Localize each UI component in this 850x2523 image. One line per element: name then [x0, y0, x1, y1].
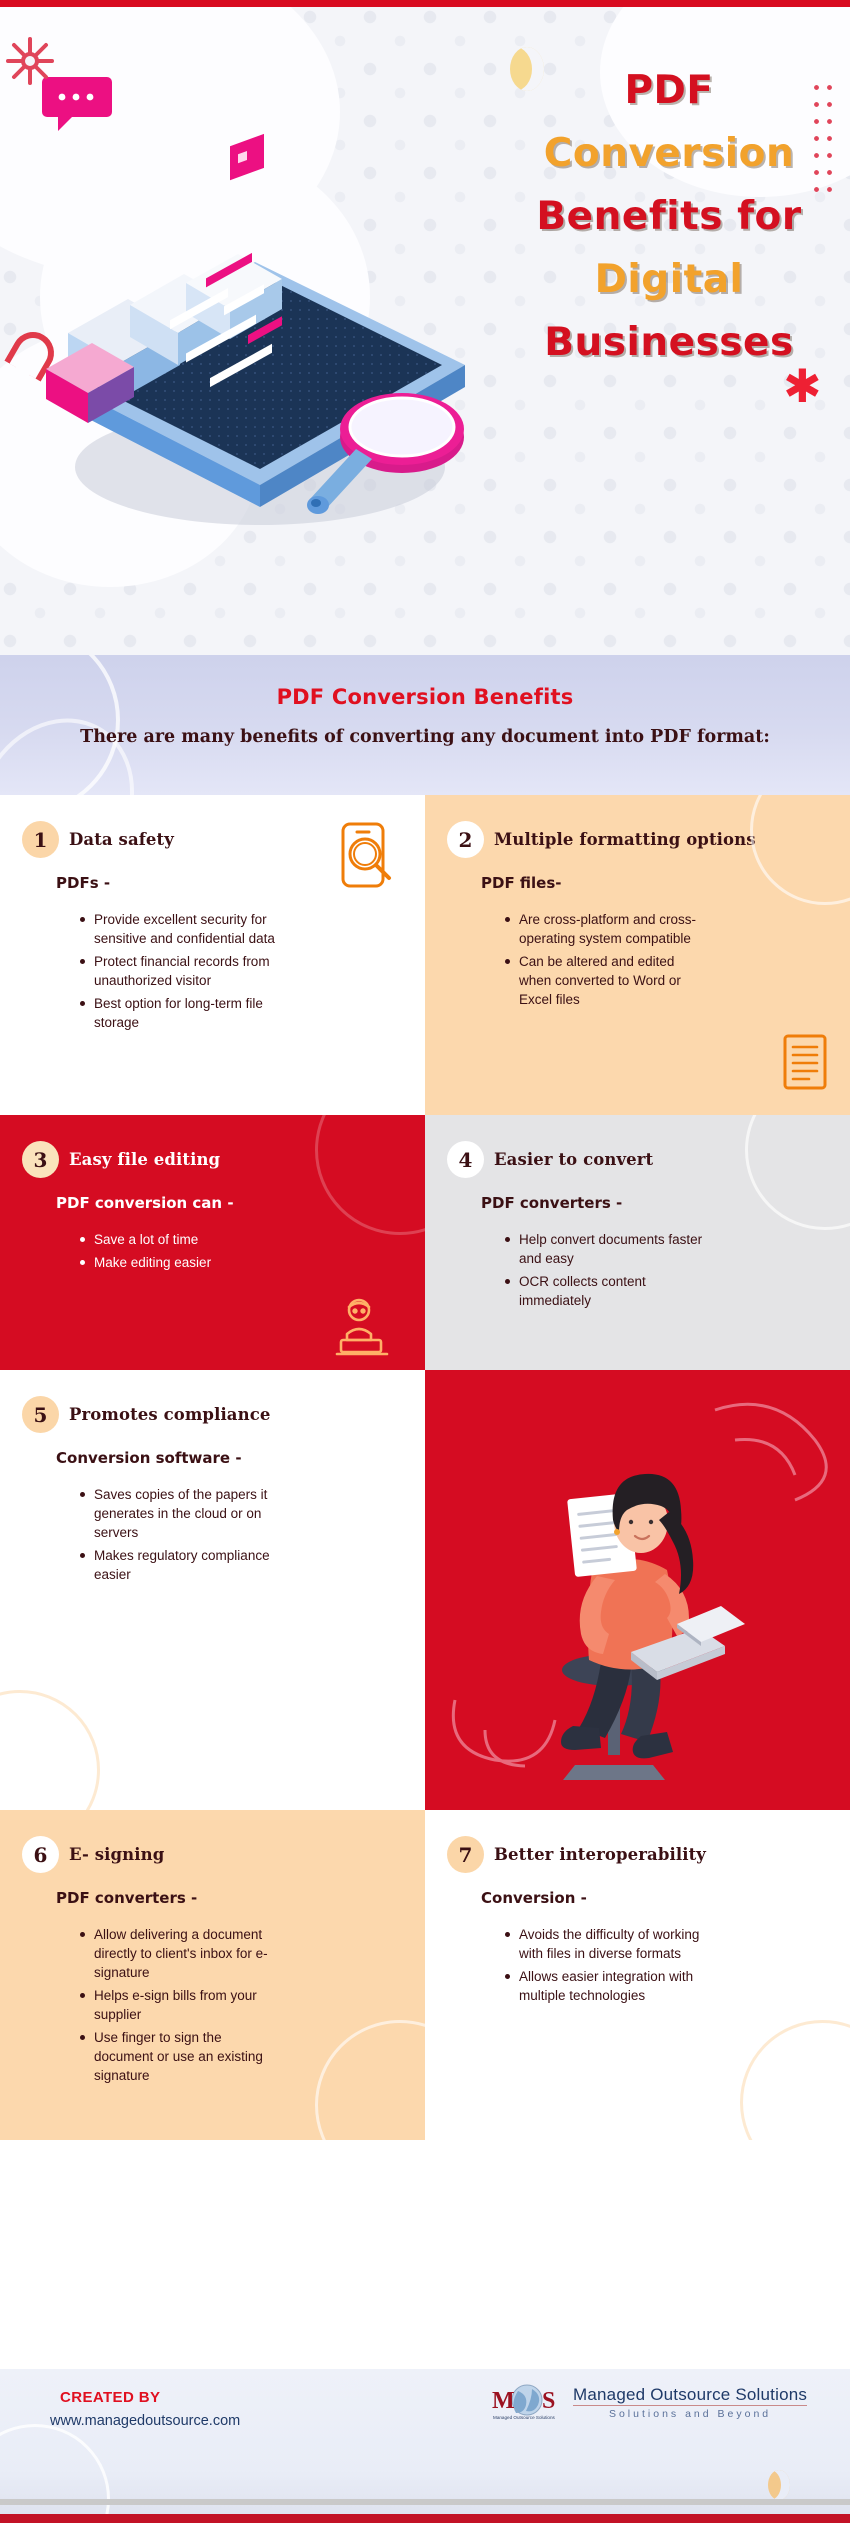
benefit-card-7: 7 Better interoperability Conversion - A… [425, 1810, 850, 2140]
svg-text:S: S [542, 2388, 555, 2414]
list-item: Helps e-sign bills from your supplier [80, 1986, 280, 2024]
website-url[interactable]: www.managedoutsource.com [50, 2413, 240, 2429]
card-title: Data safety [69, 830, 174, 849]
card-header: 2 Multiple formatting options [447, 821, 820, 858]
card-subtitle: PDF converters - [481, 1194, 623, 1212]
card-title: Multiple formatting options [494, 830, 756, 849]
benefit-card-1: 1 Data safety PDFs - Provide excellent s… [0, 795, 425, 1115]
list-item: Protect financial records from unauthori… [80, 952, 280, 990]
card-bullet-list: Provide excellent security for sensitive… [80, 910, 395, 1032]
list-item: Can be altered and edited when converted… [505, 952, 705, 1009]
title-line-2: Conversion [543, 131, 795, 176]
card-number-badge: 7 [447, 1836, 484, 1873]
list-item: Are cross-platform and cross-operating s… [505, 910, 705, 948]
list-item: Make editing easier [80, 1253, 280, 1272]
starburst-icon [6, 37, 54, 85]
crescent-moon-icon [768, 2470, 790, 2500]
hero-title: PDF Conversion Benefits for Digital Busi… [504, 59, 834, 374]
card-title: Better interoperability [494, 1845, 706, 1864]
card-header: 6 E- signing [22, 1836, 395, 1873]
mos-globe-logo-icon: M S Managed Outsource Solutions [492, 2384, 556, 2420]
card-subtitle: PDF converters - [56, 1889, 198, 1907]
card-bullet-list: Are cross-platform and cross-operating s… [505, 910, 820, 1009]
document-lines-icon [783, 1034, 827, 1090]
isometric-phone-illustration [46, 252, 465, 525]
card-title: E- signing [69, 1845, 165, 1864]
card-bullet-list: Help convert documents faster and easy O… [505, 1230, 820, 1310]
benefit-card-3: 3 Easy file editing PDF conversion can -… [0, 1115, 425, 1370]
card-header: 7 Better interoperability [447, 1836, 820, 1873]
card-bullet-list: Allow delivering a document directly to … [80, 1925, 395, 2085]
list-item: Avoids the difficulty of working with fi… [505, 1925, 705, 1963]
card-bullet-list: Avoids the difficulty of working with fi… [505, 1925, 820, 2005]
company-logo[interactable]: M S Managed Outsource Solutions Managed … [490, 2383, 808, 2423]
asterisk-icon: ✱ [783, 359, 822, 413]
footer-grey-strip [0, 2499, 850, 2505]
card-number-badge: 5 [22, 1396, 59, 1433]
card-row-2: 3 Easy file editing PDF conversion can -… [0, 1115, 850, 1370]
card-bullet-list: Saves copies of the papers it generates … [80, 1485, 395, 1584]
list-item: Makes regulatory compliance easier [80, 1546, 280, 1584]
card-title: Easy file editing [69, 1150, 221, 1169]
list-item: OCR collects content immediately [505, 1272, 705, 1310]
card-number-badge: 6 [22, 1836, 59, 1873]
card-number-badge: 4 [447, 1141, 484, 1178]
card-subtitle: Conversion - [481, 1889, 587, 1907]
card-row-3: 5 Promotes compliance Conversion softwar… [0, 1370, 850, 1810]
svg-text:Managed Outsource Solutions: Managed Outsource Solutions [493, 2415, 556, 2420]
hero-section: ✱ PDF Conversion Benefits for Digital Bu… [0, 7, 850, 655]
card-header: 1 Data safety [22, 821, 395, 858]
woman-with-laptop-illustration [451, 1402, 828, 1780]
list-item: Allow delivering a document directly to … [80, 1925, 280, 1982]
benefit-card-5: 5 Promotes compliance Conversion softwar… [0, 1370, 425, 1810]
swirl-decoration [740, 2020, 850, 2140]
list-item: Use finger to sign the document or use a… [80, 2028, 280, 2085]
card-title: Easier to convert [494, 1150, 654, 1169]
list-item: Allows easier integration with multiple … [505, 1967, 705, 2005]
card-number-badge: 1 [22, 821, 59, 858]
card-row-4: 6 E- signing PDF converters - Allow deli… [0, 1810, 850, 2140]
list-item: Provide excellent security for sensitive… [80, 910, 280, 948]
top-red-rule [0, 0, 850, 7]
svg-text:M: M [492, 2388, 515, 2414]
benefit-card-grid: 1 Data safety PDFs - Provide excellent s… [0, 795, 850, 2140]
card-bullet-list: Save a lot of time Make editing easier [80, 1230, 395, 1272]
card-row-1: 1 Data safety PDFs - Provide excellent s… [0, 795, 850, 1115]
list-item: Save a lot of time [80, 1230, 280, 1249]
card-header: 5 Promotes compliance [22, 1396, 395, 1433]
card-subtitle: PDF conversion can - [56, 1194, 234, 1212]
list-item: Help convert documents faster and easy [505, 1230, 705, 1268]
title-line-3: Benefits for [536, 194, 802, 239]
swirl-decoration [0, 1690, 100, 1810]
card-subtitle: Conversion software - [56, 1449, 242, 1467]
title-line-5: Businesses [544, 320, 794, 365]
title-line-1: PDF [624, 68, 714, 113]
card-header: 3 Easy file editing [22, 1141, 395, 1178]
page-footer: CREATED BY www.managedoutsource.com M S … [0, 2369, 850, 2514]
logo-company-name: Managed Outsource Solutions [573, 2384, 808, 2404]
list-item: Best option for long-term file storage [80, 994, 280, 1032]
card-number-badge: 3 [22, 1141, 59, 1178]
benefit-card-4: 4 Easier to convert PDF converters - Hel… [425, 1115, 850, 1370]
card-header: 4 Easier to convert [447, 1141, 820, 1178]
benefits-banner: PDF Conversion Benefits There are many b… [0, 655, 850, 795]
list-item: Saves copies of the papers it generates … [80, 1485, 280, 1542]
card-title: Promotes compliance [69, 1405, 271, 1424]
banner-title: PDF Conversion Benefits [276, 685, 574, 709]
infographic-page: ✱ PDF Conversion Benefits for Digital Bu… [0, 0, 850, 2523]
person-laptop-icon [335, 1298, 389, 1356]
banner-subtitle: There are many benefits of converting an… [80, 727, 770, 747]
title-line-4: Digital [594, 257, 744, 302]
card-subtitle: PDF files- [481, 874, 562, 892]
benefit-card-2: 2 Multiple formatting options PDF files-… [425, 795, 850, 1115]
logo-tagline: Solutions and Beyond [608, 2408, 772, 2421]
logo-divider [573, 2405, 808, 2407]
illustration-cell [425, 1370, 850, 1810]
created-by-label: CREATED BY [60, 2389, 161, 2406]
bottom-red-rule [0, 2514, 850, 2523]
benefit-card-6: 6 E- signing PDF converters - Allow deli… [0, 1810, 425, 2140]
card-subtitle: PDFs - [56, 874, 111, 892]
card-number-badge: 2 [447, 821, 484, 858]
